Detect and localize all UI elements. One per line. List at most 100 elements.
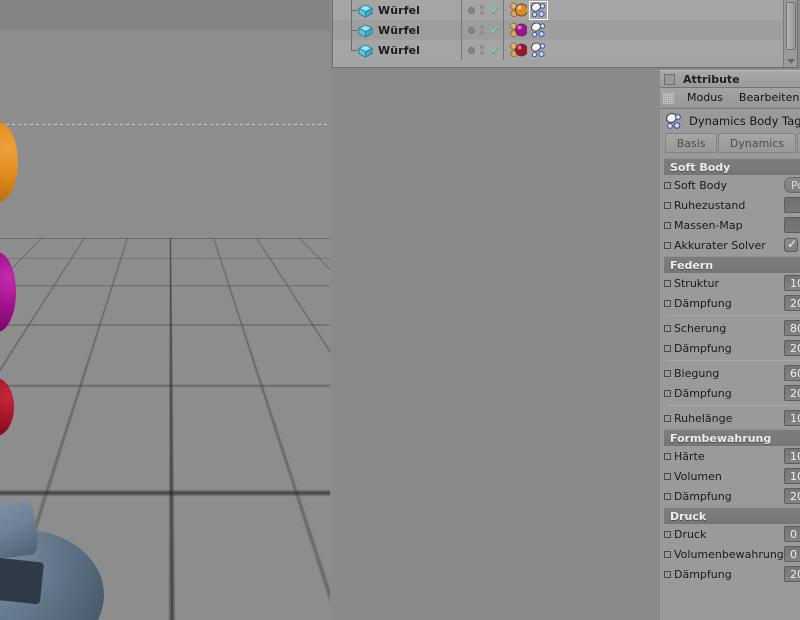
section-header: Formbewahrung xyxy=(664,429,800,446)
biegung-value: 60 xyxy=(790,366,800,380)
param-checkbox[interactable] xyxy=(664,472,671,480)
struktur-number-field[interactable]: 100 xyxy=(784,275,800,291)
dynamics-body-tag-icon[interactable] xyxy=(530,22,547,39)
viewport-background xyxy=(0,30,330,240)
massen-map-link-field[interactable] xyxy=(784,217,800,233)
visibility-dot-render-icon[interactable] xyxy=(480,51,484,55)
dämpfung-number-field[interactable]: 20 % xyxy=(784,488,800,504)
viewport-3d[interactable] xyxy=(0,0,330,620)
param-label-cell: Ruhelänge xyxy=(664,412,784,425)
param-checkbox[interactable] xyxy=(664,530,671,538)
param-label-cell: Struktur xyxy=(664,277,784,290)
drag-grip-icon[interactable] xyxy=(663,92,674,104)
soft-body-combobox[interactable]: Polygone/Linien xyxy=(784,177,800,193)
object-name: Würfel xyxy=(378,3,421,17)
volumenbewahrung-number-field[interactable]: 0 xyxy=(784,546,800,562)
leader-dots xyxy=(730,322,780,334)
attribute-manager-menubar: Modus Bearbeiten Benutzer xyxy=(660,88,800,109)
object-visibility-dots[interactable]: ✔ xyxy=(462,0,504,20)
menu-bearbeiten[interactable]: Bearbeiten xyxy=(731,88,800,108)
material-tag-icon[interactable] xyxy=(510,42,528,59)
cinema4d-window: Würfel ✔ Würfel ✔ Würfel ✔ Attribute Mod… xyxy=(0,0,800,620)
akkurater-solver-checkbox[interactable] xyxy=(784,237,798,252)
menu-modus[interactable]: Modus xyxy=(679,88,731,108)
massen-map-link-field-input[interactable] xyxy=(784,217,800,233)
visibility-dot-stack[interactable] xyxy=(480,45,484,55)
object-manager-row[interactable]: Würfel ✔ xyxy=(333,0,783,20)
volumen-number-field[interactable]: 100 % xyxy=(784,468,800,484)
param-label: Ruhezustand xyxy=(674,198,746,212)
tab-basis[interactable]: Basis xyxy=(665,133,718,153)
object-tree-cell: Würfel xyxy=(333,20,462,40)
druck-number-field[interactable]: 0 xyxy=(784,526,800,542)
param-checkbox[interactable] xyxy=(664,181,671,189)
material-tag-icon[interactable] xyxy=(510,22,528,39)
object-visibility-dots[interactable]: ✔ xyxy=(462,20,504,40)
ruhelänge-value: 100 % xyxy=(790,411,800,425)
leader-dots xyxy=(735,387,780,399)
param-checkbox[interactable] xyxy=(664,344,671,352)
visibility-dot-render-icon[interactable] xyxy=(480,11,484,15)
scherung-number-field[interactable]: 80 xyxy=(784,320,800,336)
visibility-dot-editor-icon[interactable] xyxy=(480,5,484,9)
panel-menu-icon[interactable] xyxy=(664,73,675,85)
enabled-check-icon[interactable]: ✔ xyxy=(490,23,500,37)
visibility-dot-stack[interactable] xyxy=(480,5,484,15)
param-label: Druck xyxy=(674,527,707,541)
row-divider xyxy=(666,405,800,406)
ruhelänge-number-field[interactable]: 100 % xyxy=(784,410,800,426)
ruhezustand-link-field-input[interactable] xyxy=(784,197,800,213)
struktur-value: 100 xyxy=(790,276,800,290)
param-checkbox[interactable] xyxy=(664,452,671,460)
visibility-dot-icon[interactable] xyxy=(468,46,475,54)
dynamics-body-tag-icon[interactable] xyxy=(530,42,547,59)
dynamics-body-tag-icon xyxy=(665,112,683,130)
object-tags-cell xyxy=(504,0,548,20)
visibility-dot-icon[interactable] xyxy=(468,6,475,14)
object-manager-row[interactable]: Würfel ✔ xyxy=(333,40,783,60)
dämpfung-number-field[interactable]: 20 % xyxy=(784,295,800,311)
attribute-object-header: Dynamics Body Tag [Dynamics Body] xyxy=(660,109,800,133)
param-checkbox[interactable] xyxy=(664,241,671,249)
param-row-dämpfung: Dämpfung 20 % Map xyxy=(664,486,800,506)
param-checkbox[interactable] xyxy=(664,492,671,500)
object-manager-row[interactable]: Würfel ✔ xyxy=(333,20,783,40)
visibility-dot-render-icon[interactable] xyxy=(480,31,484,35)
enabled-check-icon[interactable]: ✔ xyxy=(490,43,500,57)
visibility-dot-editor-icon[interactable] xyxy=(480,45,484,49)
dämpfung-number-field[interactable]: 20 % xyxy=(784,566,800,582)
section-header: Druck xyxy=(664,507,800,524)
object-manager[interactable]: Würfel ✔ Würfel ✔ Würfel ✔ xyxy=(332,0,798,68)
biegung-number-field[interactable]: 60 xyxy=(784,365,800,381)
volumenbewahrung-value: 0 xyxy=(790,547,797,561)
param-label: Härte xyxy=(674,449,705,463)
dämpfung-number-field[interactable]: 20 % xyxy=(784,385,800,401)
param-checkbox[interactable] xyxy=(664,389,671,397)
param-checkbox[interactable] xyxy=(664,279,671,287)
param-checkbox[interactable] xyxy=(664,221,671,229)
param-checkbox[interactable] xyxy=(664,550,671,558)
param-checkbox[interactable] xyxy=(664,369,671,377)
param-checkbox[interactable] xyxy=(664,201,671,209)
scrollbar-thumb[interactable] xyxy=(786,2,796,50)
param-checkbox[interactable] xyxy=(664,414,671,422)
param-row-härte: Härte 10 Map xyxy=(664,446,800,466)
object-manager-scrollbar[interactable] xyxy=(783,0,797,67)
ruhezustand-link-field[interactable] xyxy=(784,197,800,213)
scrollbar-down-arrow-icon[interactable] xyxy=(787,59,795,64)
visibility-dot-editor-icon[interactable] xyxy=(480,25,484,29)
visibility-dot-stack[interactable] xyxy=(480,25,484,35)
section-title: Druck xyxy=(670,509,707,523)
param-checkbox[interactable] xyxy=(664,299,671,307)
enabled-check-icon[interactable]: ✔ xyxy=(490,3,500,17)
object-name: Würfel xyxy=(378,23,421,37)
param-checkbox[interactable] xyxy=(664,324,671,332)
material-tag-icon[interactable] xyxy=(510,2,528,19)
object-visibility-dots[interactable]: ✔ xyxy=(462,40,504,60)
tab-dynamics[interactable]: Dynamics xyxy=(718,133,796,153)
visibility-dot-icon[interactable] xyxy=(468,26,475,34)
dämpfung-number-field[interactable]: 20 % xyxy=(784,340,800,356)
param-checkbox[interactable] xyxy=(664,570,671,578)
dynamics-body-tag-icon[interactable] xyxy=(529,0,548,20)
härte-number-field[interactable]: 10 xyxy=(784,448,800,464)
